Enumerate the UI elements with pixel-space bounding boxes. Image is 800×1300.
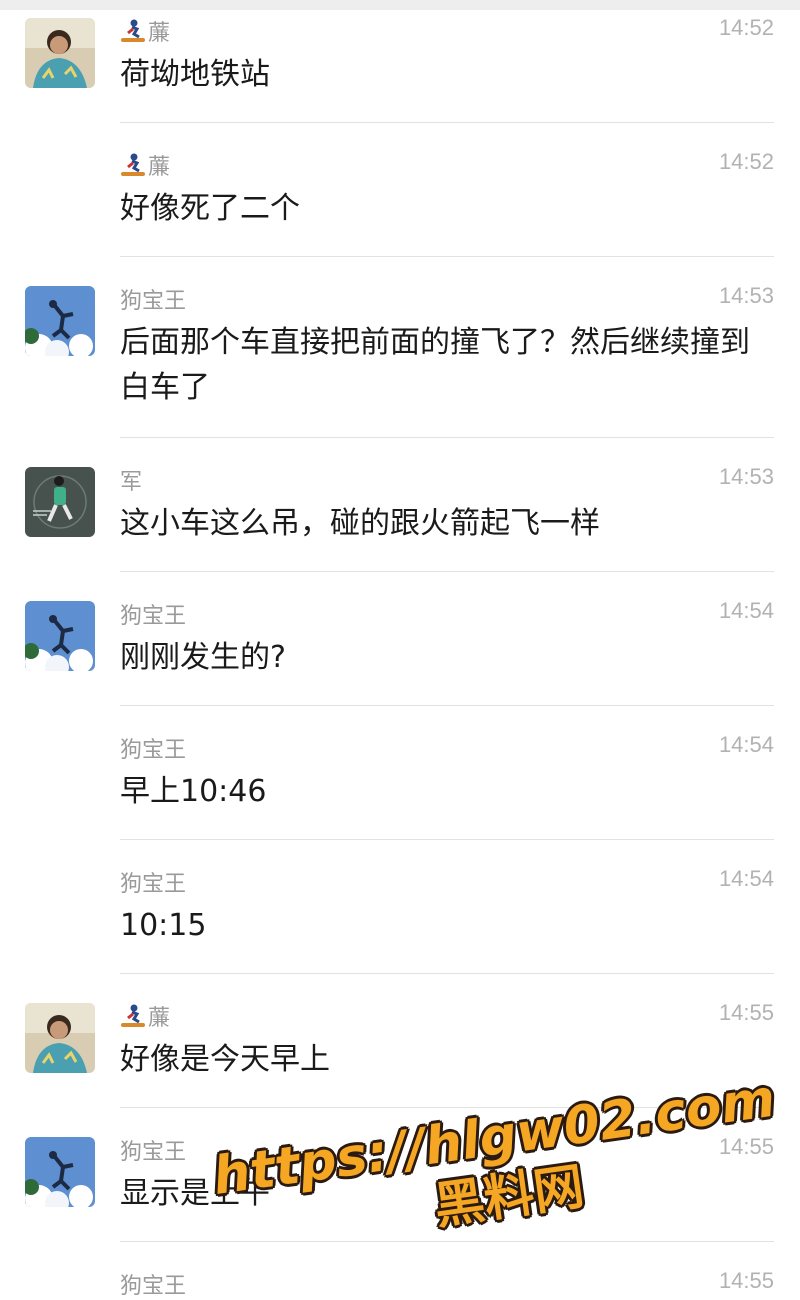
divider [120,122,774,123]
divider [120,1107,774,1108]
message-text: 好像是今天早上 [120,1042,330,1077]
snowboarder-icon [121,153,145,176]
sender-name: 狗宝王 [120,1274,187,1299]
message-text: 后面那个车直接把前面的撞飞了？然后继续撞到白车了 [120,325,750,405]
avatar[interactable] [25,1137,95,1207]
timestamp: 14:53 [718,464,774,489]
sender-name: 狗宝王 [120,738,187,763]
avatar[interactable] [25,286,95,356]
sky-avatar-icon [25,1137,95,1207]
sender-name: 狗宝王 [120,872,187,897]
sender-name-text: 薕 [148,21,171,46]
divider [120,839,774,840]
timestamp: 14:55 [718,1000,774,1025]
snowboarder-icon [121,19,145,42]
sender-name-text: 薕 [148,1006,171,1031]
chat-message[interactable]: 狗宝王 14:54 刚刚发生的? [0,583,800,706]
message-text: 好像死了二个 [120,191,300,226]
sender-name: 狗宝王 [120,1140,187,1165]
chat-message[interactable]: 薕 14:55 好像是今天早上 [0,985,800,1108]
divider [120,1241,774,1242]
avatar[interactable] [25,1003,95,1073]
divider [120,256,774,257]
sender-name: 狗宝王 [120,604,187,629]
message-text: 荷坳地铁站 [120,57,270,92]
chat-message[interactable]: 薕 14:52 荷坳地铁站 [0,0,800,123]
chat-message[interactable]: 薕 14:52 好像死了二个 [0,134,800,257]
chat-message[interactable]: 狗宝王 14:53 后面那个车直接把前面的撞飞了？然后继续撞到白车了 [0,268,800,438]
message-text: 这小车这么吊，碰的跟火箭起飞一样 [120,506,600,541]
divider [120,705,774,706]
sender-name: 薕 [120,15,170,47]
divider [120,437,774,438]
timestamp: 14:53 [718,283,774,308]
timestamp: 14:52 [718,15,774,40]
message-text: 刚刚发生的? [120,640,286,675]
timestamp: 14:55 [718,1268,774,1293]
chat-message[interactable]: 狗宝王 14:54 早上10:46 [0,717,800,840]
sender-name-text: 薕 [148,155,171,180]
chat-message[interactable]: 狗宝王 14:55 显示是上午 [0,1119,800,1242]
sky-avatar-icon [25,601,95,671]
timestamp: 14:54 [718,866,774,891]
chat-message[interactable]: 军 14:53 这小车这么吊，碰的跟火箭起飞一样 [0,449,800,572]
chat-message[interactable]: 狗宝王 14:55 [0,1253,800,1300]
sender-name: 薕 [120,149,170,181]
dark-avatar-icon [25,467,95,537]
sender-name: 薕 [120,1000,170,1032]
timestamp: 14:54 [718,598,774,623]
sender-name: 军 [120,470,143,495]
message-text: 早上10:46 [120,774,267,809]
photo-avatar-icon [25,18,95,88]
avatar[interactable] [25,18,95,88]
sender-name: 狗宝王 [120,289,187,314]
sky-avatar-icon [25,286,95,356]
timestamp: 14:54 [718,732,774,757]
timestamp: 14:52 [718,149,774,174]
chat-message[interactable]: 狗宝王 14:54 10:15 [0,851,800,974]
timestamp: 14:55 [718,1134,774,1159]
divider [120,973,774,974]
avatar[interactable] [25,601,95,671]
photo-avatar-icon [25,1003,95,1073]
avatar[interactable] [25,467,95,537]
message-text: 10:15 [120,908,207,943]
message-text: 显示是上午 [120,1176,270,1211]
snowboarder-icon [121,1004,145,1027]
divider [120,571,774,572]
